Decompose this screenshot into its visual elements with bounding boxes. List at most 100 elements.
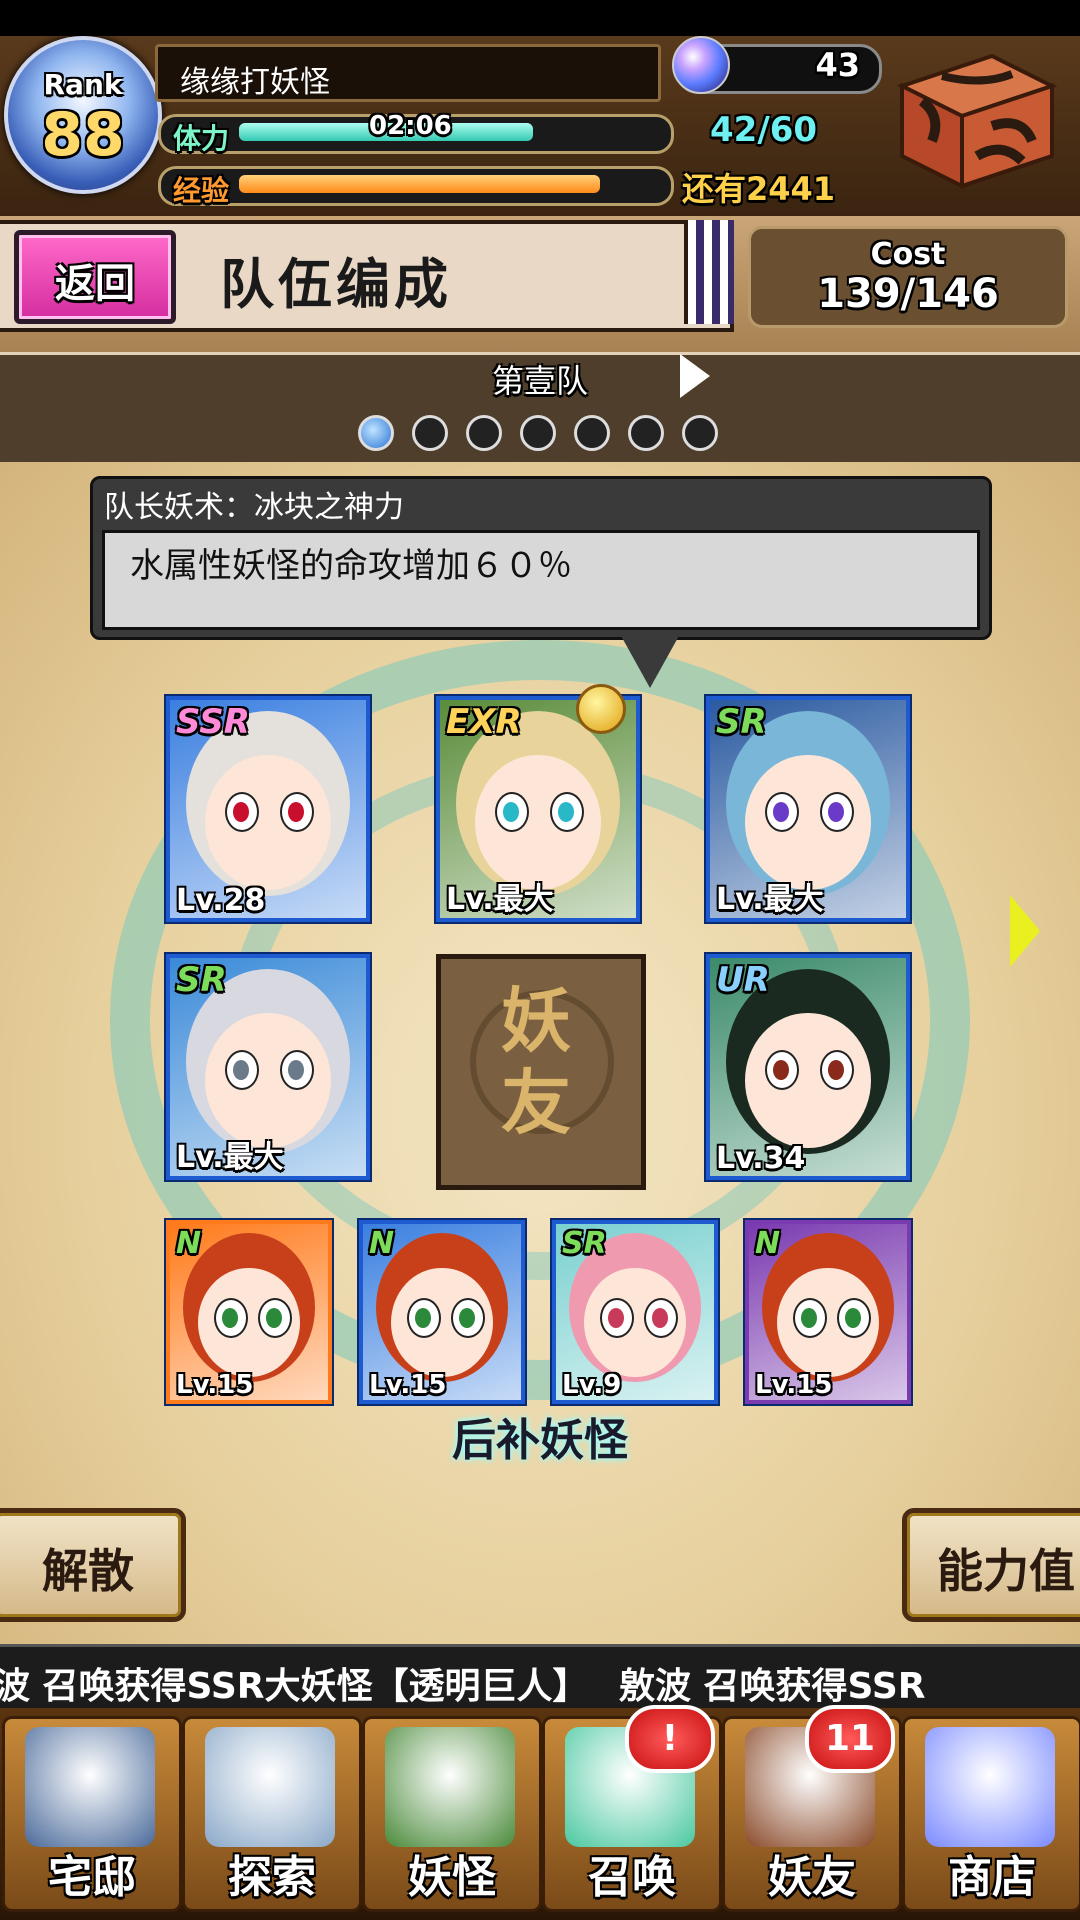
reserve-member-card[interactable]: N Lv.15 [166, 1220, 332, 1404]
character-eye [600, 1297, 635, 1338]
stats-label: 能力值 [937, 1544, 1075, 1598]
character-eye [224, 791, 259, 832]
character-face [205, 1012, 331, 1148]
friend-slot-label: 妖 友 [501, 980, 571, 1144]
rarity-badge: N [176, 1226, 202, 1261]
reserve-member-card[interactable]: N Lv.15 [359, 1220, 525, 1404]
team-page-dot[interactable] [520, 415, 556, 451]
skill-pointer [620, 634, 680, 688]
house-icon [25, 1727, 155, 1847]
nav-item[interactable]: 探索 [182, 1716, 362, 1912]
stats-button[interactable]: 能力值 [902, 1508, 1080, 1622]
character-eye [764, 1049, 799, 1090]
leader-crown-icon [576, 684, 626, 734]
stamina-timer: 02:06 [369, 111, 452, 141]
character-face [745, 754, 871, 890]
team-member-card[interactable]: UR Lv.34 [706, 954, 910, 1180]
character-eye [819, 791, 854, 832]
nav-item[interactable]: 宅邸 [2, 1716, 182, 1912]
right-arrow-icon[interactable] [1010, 895, 1040, 967]
rarity-badge: SR [562, 1226, 607, 1261]
team-page-dot[interactable] [574, 415, 610, 451]
nav-item[interactable]: 商店 [902, 1716, 1080, 1912]
level-label: Lv.28 [176, 883, 266, 918]
banner-stripe [684, 220, 734, 324]
character-eye [407, 1297, 442, 1338]
magnifier-icon [205, 1727, 335, 1847]
team-page-dot[interactable] [358, 415, 394, 451]
team-page-dot[interactable] [682, 415, 718, 451]
level-label: Lv.9 [562, 1370, 622, 1400]
leader-skill-description: 水属性妖怪的命攻增加６０％ [130, 546, 572, 586]
reserve-member-card[interactable]: N Lv.15 [745, 1220, 911, 1404]
page-title: 队伍编成 [220, 253, 452, 316]
nav-label: 宅邸 [48, 1852, 136, 1903]
team-page-dot[interactable] [412, 415, 448, 451]
notification-badge: ! [625, 1705, 715, 1773]
nav-item[interactable]: 召唤! [542, 1705, 722, 1912]
leader-skill-title: 队长妖术：冰块之神力 [104, 490, 404, 525]
disband-label: 解散 [42, 1544, 134, 1598]
level-label: Lv.最大 [446, 882, 554, 917]
cost-value: 139/146 [817, 271, 999, 317]
exp-bar-fill [239, 175, 600, 193]
rank-value: 88 [41, 100, 125, 170]
rank-label: Rank [43, 68, 123, 101]
team-page-dot[interactable] [628, 415, 664, 451]
team-member-card[interactable]: SR Lv.最大 [706, 696, 910, 922]
back-label: 返回 [55, 261, 135, 307]
disband-button[interactable]: 解散 [0, 1508, 186, 1622]
rarity-badge: SR [716, 702, 767, 742]
nav-item[interactable]: 妖友 11 [722, 1705, 902, 1912]
gift-box-icon[interactable] [882, 46, 1062, 196]
character-eye [214, 1297, 249, 1338]
level-label: Lv.15 [755, 1370, 833, 1400]
character-eye [764, 791, 799, 832]
level-label: Lv.最大 [716, 882, 824, 917]
rarity-badge: SR [176, 960, 227, 1000]
rarity-badge: SSR [176, 702, 250, 742]
rarity-badge: N [755, 1226, 781, 1261]
character-eye [819, 1049, 854, 1090]
player-name-box: 缘缘打妖怪 [155, 44, 661, 102]
exp-remaining: 还有2441 [682, 170, 836, 208]
ticker-text: 波 召唤获得SSR大妖怪【透明巨人】 敫波 召唤获得SSR [0, 1666, 926, 1707]
character-face [745, 1012, 871, 1148]
exp-bar: 经验 [158, 166, 674, 207]
rarity-badge: UR [716, 960, 770, 1000]
back-button[interactable]: 返回 [14, 230, 176, 324]
nav-label: 妖怪 [408, 1852, 496, 1903]
news-ticker: 波 召唤获得SSR大妖怪【透明巨人】 敫波 召唤获得SSR [0, 1644, 1080, 1714]
character-face [205, 754, 331, 890]
cost-box: Cost 139/146 [748, 226, 1068, 328]
scroll-icon [385, 1727, 515, 1847]
next-team-arrow-icon[interactable] [680, 354, 710, 398]
crystal-orb-icon [925, 1727, 1055, 1847]
nav-label: 商店 [948, 1852, 1036, 1903]
gem-icon [672, 36, 730, 94]
team-page-dot[interactable] [466, 415, 502, 451]
stamina-bar: 体力 02:06 [158, 111, 674, 155]
team-name: 第壹队 [491, 362, 588, 400]
rarity-badge: N [369, 1226, 395, 1261]
status-bar [0, 0, 1080, 36]
team-member-card[interactable]: SSR Lv.28 [166, 696, 370, 922]
rank-badge: Rank 88 [4, 36, 162, 194]
level-label: Lv.15 [369, 1370, 447, 1400]
stamina-label: 体力 [173, 122, 230, 155]
gem-count: 43 [815, 46, 860, 84]
reserve-member-card[interactable]: SR Lv.9 [552, 1220, 718, 1404]
team-member-card[interactable]: SR Lv.最大 [166, 954, 370, 1180]
nav-label: 妖友 [768, 1852, 856, 1903]
notification-badge: 11 [805, 1705, 895, 1773]
character-eye [279, 1049, 314, 1090]
nav-label: 探索 [228, 1852, 316, 1903]
nav-item[interactable]: 妖怪 [362, 1716, 542, 1912]
reserve-label: 后补妖怪 [452, 1415, 628, 1466]
character-eye [793, 1297, 828, 1338]
rarity-badge: EXR [446, 702, 522, 742]
character-eye [494, 791, 529, 832]
character-eye [224, 1049, 259, 1090]
level-label: Lv.34 [716, 1141, 806, 1176]
character-eye [549, 791, 584, 832]
